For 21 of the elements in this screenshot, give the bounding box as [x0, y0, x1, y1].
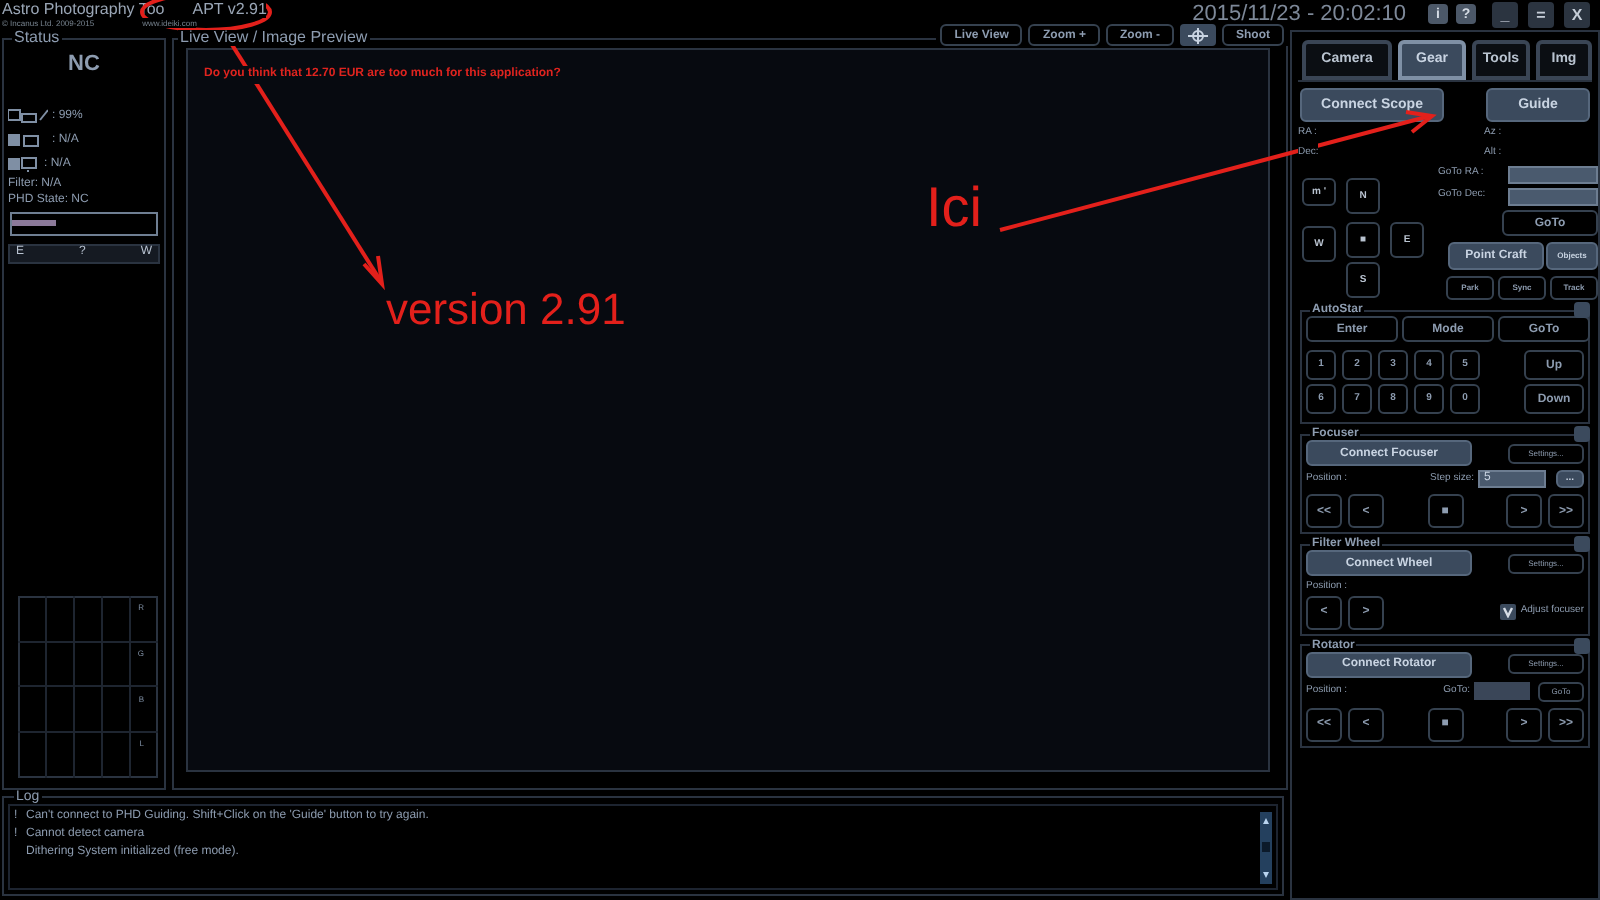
date-time: 2015/11/23 - 20:02:10	[1192, 0, 1406, 28]
annotation-label: version 2.91	[386, 288, 626, 332]
checkbox[interactable]	[1500, 604, 1517, 620]
connection-status: NC	[66, 50, 102, 80]
devices-icon	[8, 155, 40, 171]
button[interactable]: =	[1528, 2, 1554, 28]
button[interactable]: _	[1492, 2, 1518, 28]
slider-track[interactable]	[10, 211, 158, 235]
input-field[interactable]	[1508, 165, 1598, 183]
input-field[interactable]	[1474, 682, 1530, 700]
version-label: APT v2.91	[192, 0, 267, 18]
scrollbar	[1260, 812, 1272, 884]
button[interactable]: X	[1564, 2, 1590, 28]
crosshair-icon	[1188, 27, 1208, 43]
panel-title: Status	[12, 30, 62, 46]
annotation-label: Ici	[926, 180, 982, 236]
check-icon	[1502, 606, 1515, 618]
crosshair-button[interactable]	[1180, 24, 1216, 46]
panel-title: Live View / Image Preview	[178, 30, 370, 46]
devices-icon	[8, 107, 48, 123]
input-field[interactable]	[1508, 187, 1598, 205]
